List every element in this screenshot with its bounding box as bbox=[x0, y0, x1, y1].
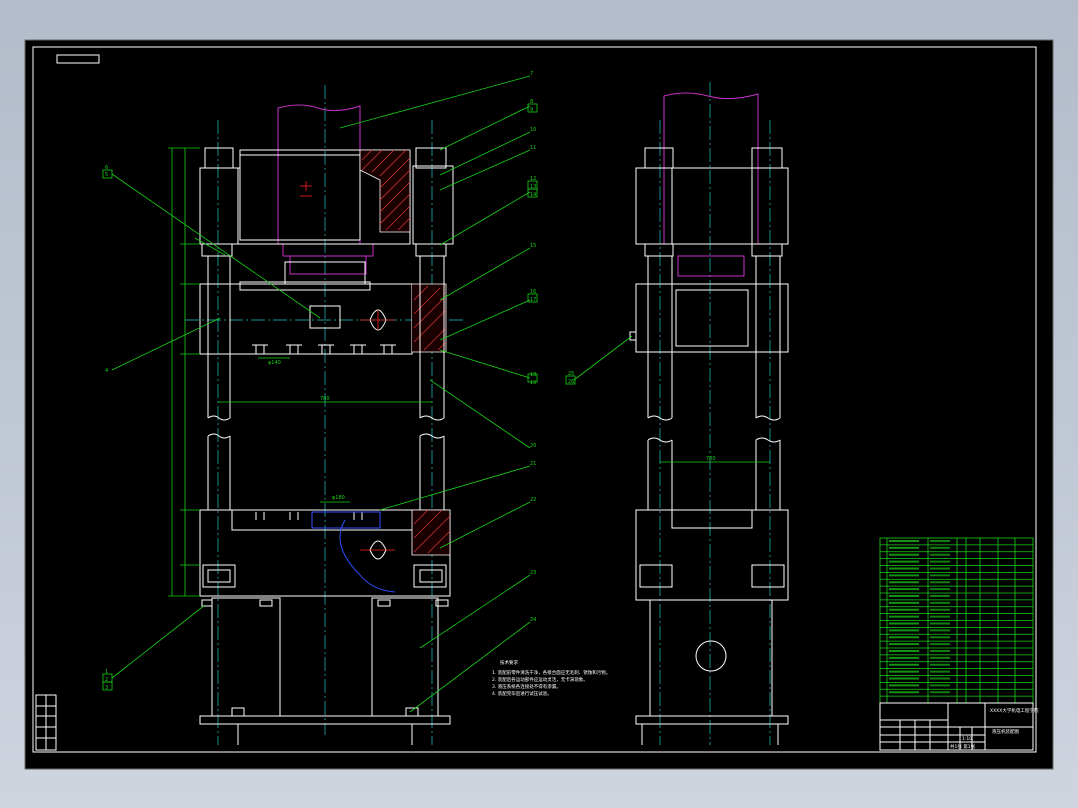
callout-3: 3 bbox=[105, 685, 108, 691]
note-4: 4. 装配完毕后进行试压试验。 bbox=[492, 690, 552, 697]
callout-13: 13 bbox=[530, 184, 536, 190]
bom-row-text-mark bbox=[930, 553, 950, 556]
callout-16: 16 bbox=[530, 289, 536, 295]
bom-row-text-mark bbox=[930, 540, 950, 542]
bom-row-text-mark bbox=[930, 560, 950, 563]
bom-row-text-mark bbox=[889, 615, 919, 618]
bom-row-text-mark bbox=[930, 643, 950, 646]
bom-row-text-mark bbox=[889, 643, 919, 646]
dim-width-side: 700 bbox=[706, 456, 716, 462]
dim-slot: φ140 bbox=[268, 360, 281, 366]
bom-row-text-mark bbox=[889, 663, 919, 666]
notes-title: 技术要求 bbox=[500, 659, 518, 666]
callout-19: 19 bbox=[530, 380, 536, 386]
callout-18: 18 bbox=[530, 372, 536, 378]
note-1: 1. 装配前零件清洗干净，各接合面应无毛刺、锈蚀和污物。 bbox=[492, 669, 610, 676]
bom-row-text-mark bbox=[889, 622, 919, 625]
bom-row-text-mark bbox=[930, 615, 950, 618]
callout-21: 21 bbox=[530, 461, 536, 467]
bom-row-text-mark bbox=[889, 553, 919, 556]
bom-row-text-mark bbox=[889, 546, 919, 549]
callout-17: 17 bbox=[530, 297, 536, 303]
callout-11: 11 bbox=[530, 145, 536, 151]
callout-7: 7 bbox=[530, 71, 533, 77]
dim-bore: φ180 bbox=[332, 495, 345, 501]
callout-23: 23 bbox=[530, 570, 536, 576]
bom-row-text-mark bbox=[889, 595, 919, 597]
school-name: XXXX大学机电工程学院 bbox=[990, 707, 1039, 714]
bom-row-text-mark bbox=[930, 581, 950, 584]
bom-row-text-mark bbox=[930, 567, 950, 570]
callout-12: 12 bbox=[530, 176, 536, 182]
bom-row-text-mark bbox=[930, 636, 950, 639]
bom-row-text-mark bbox=[930, 622, 950, 625]
bom-row-text-mark bbox=[930, 546, 950, 549]
bom-row-text-mark bbox=[889, 677, 919, 680]
bom-row-text-mark bbox=[889, 670, 919, 673]
bom-row-text-mark bbox=[930, 629, 950, 632]
bom-row-text-mark bbox=[889, 581, 919, 584]
callout-26: 26 bbox=[568, 379, 574, 385]
bom-row-text-mark bbox=[889, 540, 919, 542]
bom-row-text-mark bbox=[930, 663, 950, 666]
bom-row-text-mark bbox=[889, 601, 919, 604]
note-3: 3. 液压系统各连接处不得有渗漏。 bbox=[492, 683, 561, 690]
callout-10: 10 bbox=[530, 127, 536, 133]
dim-width-front: 700 bbox=[320, 396, 330, 402]
bom-row-text-mark bbox=[889, 629, 919, 632]
bom-row-text-mark bbox=[889, 567, 919, 570]
bom-row-text-mark bbox=[889, 656, 919, 659]
callout-2: 2 bbox=[105, 677, 108, 683]
bom-row-text-mark bbox=[930, 608, 950, 611]
bom-row-text-mark bbox=[889, 588, 919, 591]
bom-row-text-mark bbox=[930, 656, 950, 659]
callout-6: 6 bbox=[105, 165, 108, 171]
bom-row-text-mark bbox=[889, 574, 919, 577]
bom-row-text-mark bbox=[930, 650, 950, 652]
callout-20: 20 bbox=[530, 443, 536, 449]
sheet-count: 共1张 第1张 bbox=[950, 743, 976, 750]
bom-row-text-mark bbox=[889, 691, 919, 694]
callout-14: 14 bbox=[530, 192, 536, 198]
bom-row-text-mark bbox=[930, 691, 950, 694]
bom-row-text-mark bbox=[889, 650, 919, 652]
bom-row-text-mark bbox=[930, 601, 950, 604]
bom-row-text-mark bbox=[930, 574, 950, 577]
drawing-title: 液压机装配图 bbox=[992, 728, 1019, 735]
callout-5: 5 bbox=[105, 172, 108, 178]
bom-row-text-mark bbox=[889, 608, 919, 611]
bom-row-text-mark bbox=[930, 684, 950, 687]
callout-15: 15 bbox=[530, 243, 536, 249]
drawing-sheet bbox=[24, 39, 1054, 770]
cad-viewport[interactable]: 700 φ140 φ180 6 5 4 1 2 3 7 8 9 10 11 12… bbox=[0, 0, 1078, 808]
callout-25: 25 bbox=[568, 371, 574, 377]
scale-value: 1:10 bbox=[962, 736, 972, 742]
bom-row-text-mark bbox=[889, 684, 919, 687]
callout-4: 4 bbox=[105, 368, 108, 374]
bom-row-text-mark bbox=[930, 588, 950, 591]
callout-9: 9 bbox=[530, 107, 533, 113]
callout-24: 24 bbox=[530, 617, 536, 623]
bom-row-text-mark bbox=[889, 560, 919, 563]
callout-22: 22 bbox=[530, 497, 536, 503]
callout-1: 1 bbox=[105, 669, 108, 675]
drawing-canvas: 700 φ140 φ180 6 5 4 1 2 3 7 8 9 10 11 12… bbox=[24, 39, 1054, 770]
bom-row-text-mark bbox=[930, 677, 950, 680]
bom-row-text-mark bbox=[889, 636, 919, 639]
bom-row-text-mark bbox=[930, 595, 950, 597]
bom-row-text-mark bbox=[930, 670, 950, 673]
note-2: 2. 装配后各运动部件应运动灵活，无卡滞现象。 bbox=[492, 676, 588, 683]
callout-8: 8 bbox=[530, 99, 533, 105]
